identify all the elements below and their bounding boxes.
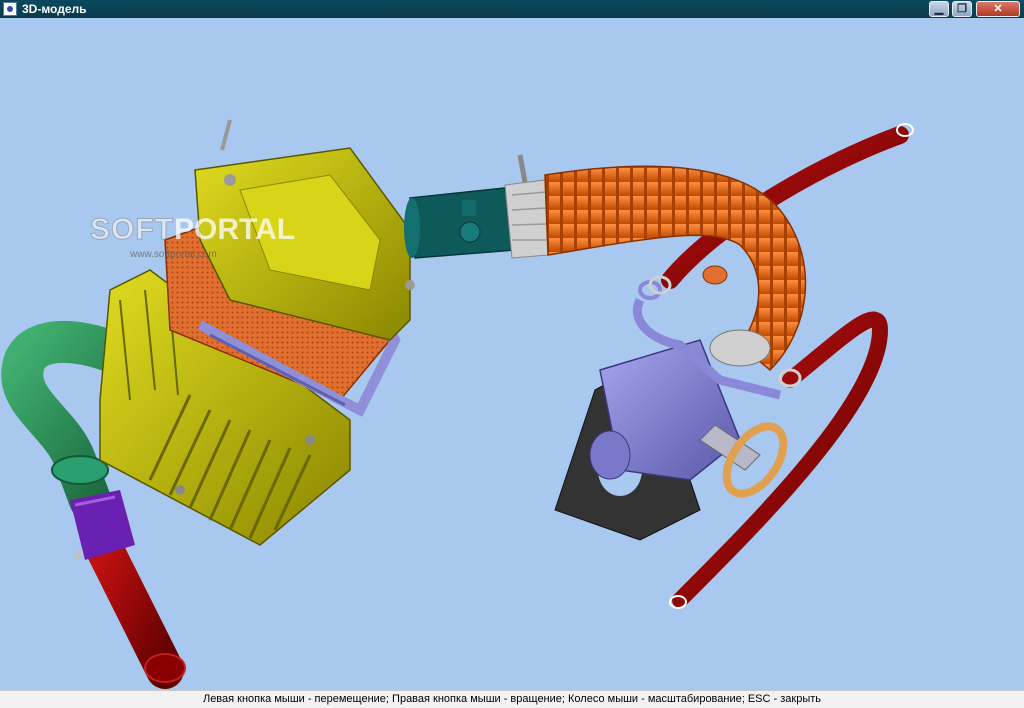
hose-clamp-silver[interactable] (504, 154, 549, 259)
3d-model-scene[interactable] (0, 18, 1024, 690)
title-bar[interactable]: 3D-модель ▁ ❐ ✕ (0, 0, 1024, 18)
throttle-body[interactable] (589, 280, 782, 481)
minimize-button[interactable]: ▁ (929, 1, 949, 17)
maf-sensor[interactable] (404, 187, 516, 259)
app-window: 3D-модель ▁ ❐ ✕ SOFTPORTAL www.softporta… (0, 0, 1024, 708)
status-bar: Левая кнопка мыши - перемещение; Правая … (0, 690, 1024, 708)
3d-viewport[interactable]: SOFTPORTAL www.softportal.com (0, 18, 1024, 690)
app-icon[interactable] (3, 2, 17, 16)
red-tube-left[interactable] (86, 531, 186, 689)
softportal-watermark: SOFTPORTAL www.softportal.com (90, 213, 296, 261)
maximize-button[interactable]: ❐ (952, 1, 972, 17)
close-button[interactable]: ✕ (976, 1, 1020, 17)
window-title: 3D-модель (22, 2, 87, 16)
